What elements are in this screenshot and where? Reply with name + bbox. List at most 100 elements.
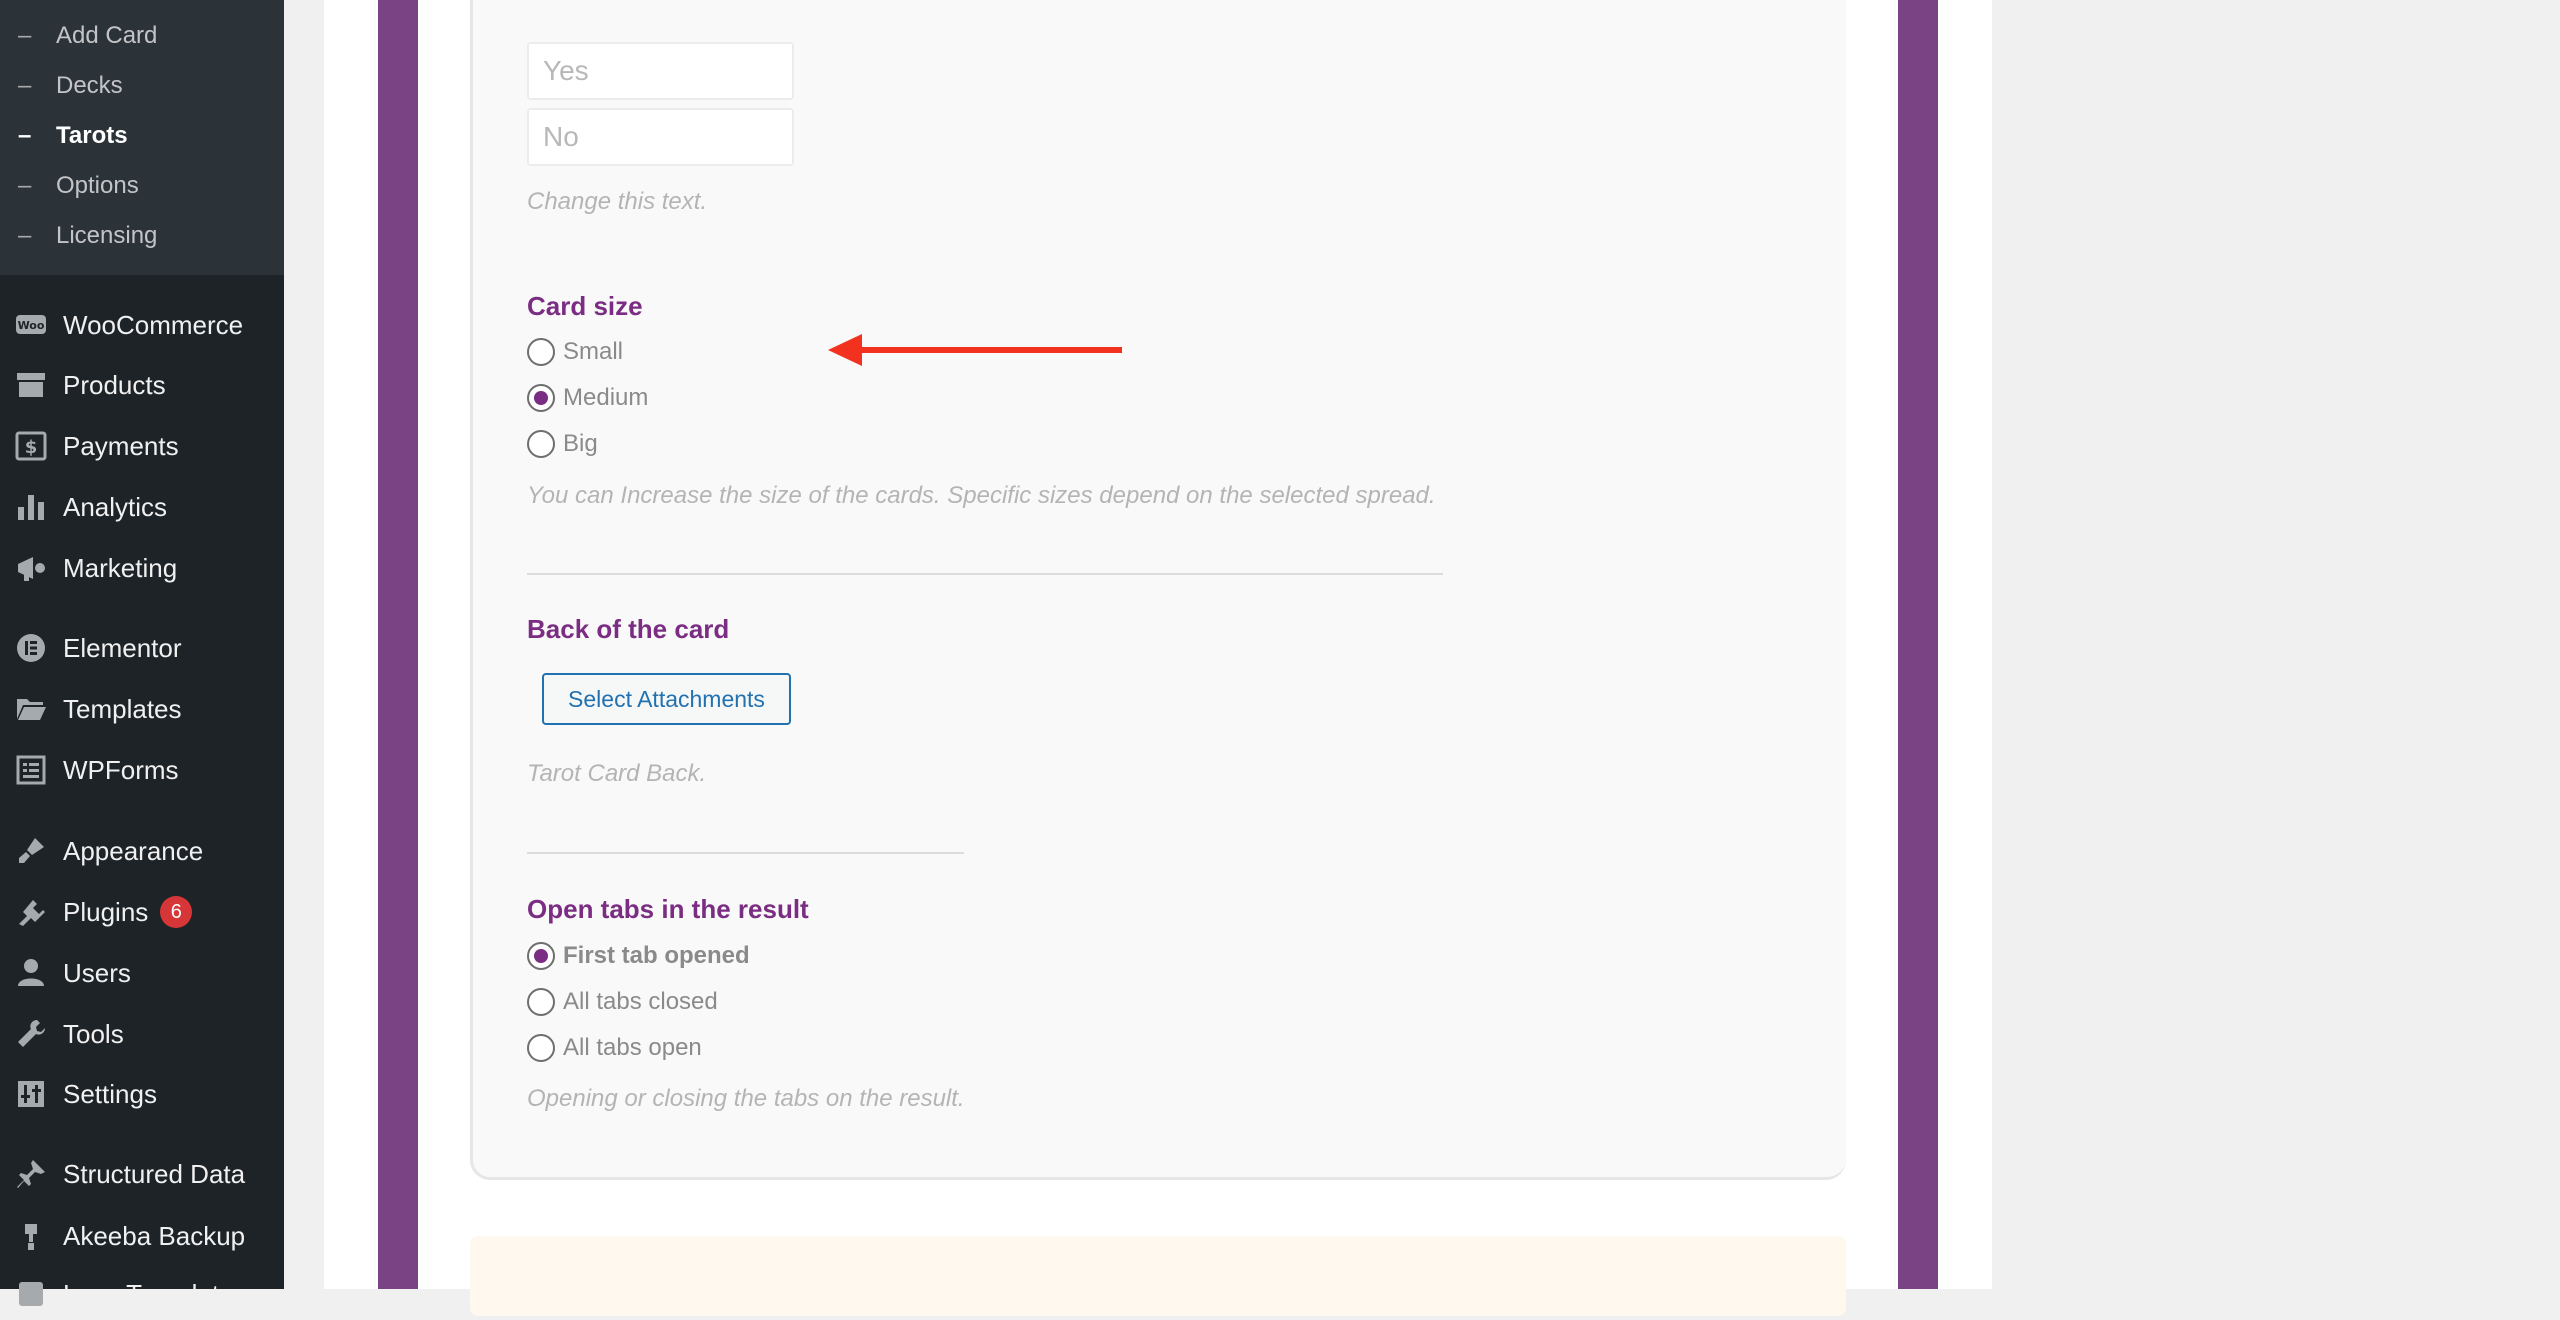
backup-icon [13, 1218, 49, 1254]
section-divider [527, 573, 1443, 575]
pin-icon [13, 1156, 49, 1192]
bar-chart-icon [13, 489, 49, 525]
radio-label: First tab opened [563, 942, 750, 969]
woocommerce-icon: Woo [13, 307, 49, 343]
section-divider [527, 852, 964, 854]
form-icon [13, 752, 49, 788]
sidebar-item-analytics[interactable]: Analytics [0, 481, 284, 533]
user-icon [13, 955, 49, 991]
radio-label: Small [563, 338, 624, 365]
submenu-item-options[interactable]: – Options [0, 166, 284, 206]
radio-button[interactable] [527, 1034, 555, 1062]
sidebar-item-label: WooCommerce [63, 309, 244, 340]
radio-label: Big [563, 430, 598, 457]
sidebar-item-akeeba-backup[interactable]: Akeeba Backup [0, 1210, 284, 1262]
sidebar-item-appearance[interactable]: Appearance [0, 825, 284, 877]
sidebar-item-label: Users [63, 957, 131, 988]
radio-button[interactable] [527, 942, 555, 970]
dash-glyph: – [18, 72, 32, 99]
sidebar-item-templates[interactable]: Templates [0, 683, 284, 735]
svg-text:Woo: Woo [18, 319, 45, 332]
open-tabs-option-first-opened[interactable]: First tab opened [527, 939, 750, 973]
sidebar-item-label: Structured Data [63, 1158, 246, 1189]
plugin-icon [13, 894, 49, 930]
admin-sidebar: – Add Card – Decks – Tarots – Options – … [0, 0, 284, 1309]
sidebar-item-elementor[interactable]: Elementor [0, 622, 284, 674]
radio-label: All tabs open [563, 1034, 702, 1061]
dash-glyph: – [18, 222, 32, 249]
sidebar-item-users[interactable]: Users [0, 947, 284, 999]
submenu-label: Tarots [56, 122, 128, 149]
select-attachments-button[interactable]: Select Attachments [542, 673, 791, 725]
radio-button[interactable] [527, 338, 555, 366]
translate-icon [13, 1276, 49, 1312]
dash-glyph: – [18, 22, 32, 49]
sidebar-item-tools[interactable]: Tools [0, 1008, 284, 1060]
dash-glyph: – [18, 122, 32, 149]
sidebar-item-wpforms[interactable]: WPForms [0, 744, 284, 796]
radio-button[interactable] [527, 430, 555, 458]
radio-button[interactable] [527, 384, 555, 412]
radio-label: Medium [563, 384, 649, 411]
submenu-item-tarots[interactable]: – Tarots [0, 116, 284, 156]
settings-icon [13, 1076, 49, 1112]
sidebar-item-structured-data[interactable]: Structured Data [0, 1148, 284, 1200]
card-size-option-medium[interactable]: Medium [527, 381, 648, 415]
sidebar-item-label: Akeeba Backup [63, 1220, 246, 1251]
sidebar-item-label: Appearance [63, 835, 204, 866]
elementor-icon [13, 630, 49, 666]
tarot-submenu: – Add Card – Decks – Tarots – Options – … [0, 0, 284, 275]
radio-button[interactable] [527, 988, 555, 1016]
sidebar-item-loco-translate[interactable]: Loco Translate [0, 1268, 284, 1320]
submenu-item-licensing[interactable]: – Licensing [0, 216, 284, 256]
sidebar-item-label: Plugins [63, 896, 149, 927]
sidebar-item-label: Settings [63, 1078, 157, 1109]
sidebar-item-label: Payments [63, 430, 179, 461]
archive-icon [13, 367, 49, 403]
sidebar-item-label: Loco Translate [63, 1278, 234, 1309]
annotation-arrow [828, 334, 1122, 366]
submenu-label: Decks [56, 72, 123, 99]
sidebar-item-label: WPForms [63, 754, 179, 785]
wrench-icon [13, 1016, 49, 1052]
megaphone-icon [13, 550, 49, 586]
right-gutter [1992, 0, 2560, 1289]
sidebar-item-label: Templates [63, 693, 182, 724]
open-tabs-option-all-closed[interactable]: All tabs closed [527, 985, 718, 1019]
yes-text-input[interactable] [527, 42, 794, 100]
sidebar-item-products[interactable]: Products [0, 359, 284, 411]
submenu-item-add-card[interactable]: – Add Card [0, 16, 284, 56]
sidebar-item-payments[interactable]: $ Payments [0, 420, 284, 472]
dash-glyph: – [18, 172, 32, 199]
open-tabs-option-all-open[interactable]: All tabs open [527, 1031, 702, 1065]
sidebar-item-label: Analytics [63, 491, 168, 522]
svg-text:$: $ [25, 437, 38, 458]
sidebar-item-woocommerce[interactable]: Woo WooCommerce [0, 299, 284, 351]
folder-icon [13, 691, 49, 727]
sidebar-item-label: Elementor [63, 632, 182, 663]
submenu-label: Add Card [56, 22, 158, 49]
dollar-icon: $ [13, 428, 49, 464]
sidebar-item-label: Marketing [63, 552, 178, 583]
card-size-help: You can Increase the size of the cards. … [527, 482, 1436, 509]
submenu-item-decks[interactable]: – Decks [0, 66, 284, 106]
open-tabs-help: Opening or closing the tabs on the resul… [527, 1085, 965, 1112]
sidebar-item-marketing[interactable]: Marketing [0, 542, 284, 594]
change-text-help: Change this text. [527, 188, 708, 215]
plugin-update-count-badge: 6 [160, 896, 193, 928]
radio-label: All tabs closed [563, 988, 718, 1015]
submenu-label: Licensing [56, 222, 158, 249]
sidebar-item-label: Tools [63, 1018, 124, 1049]
sidebar-item-settings[interactable]: Settings [0, 1068, 284, 1120]
card-back-help: Tarot Card Back. [527, 760, 707, 787]
card-back-title: Back of the card [527, 614, 730, 644]
open-tabs-title: Open tabs in the result [527, 894, 809, 924]
sidebar-item-label: Products [63, 369, 166, 400]
submenu-label: Options [56, 172, 139, 199]
card-size-option-big[interactable]: Big [527, 427, 598, 461]
card-size-option-small[interactable]: Small [527, 335, 623, 369]
no-text-input[interactable] [527, 108, 794, 166]
brush-icon [13, 833, 49, 869]
card-size-title: Card size [527, 291, 643, 321]
sidebar-item-plugins[interactable]: Plugins 6 [0, 886, 284, 938]
